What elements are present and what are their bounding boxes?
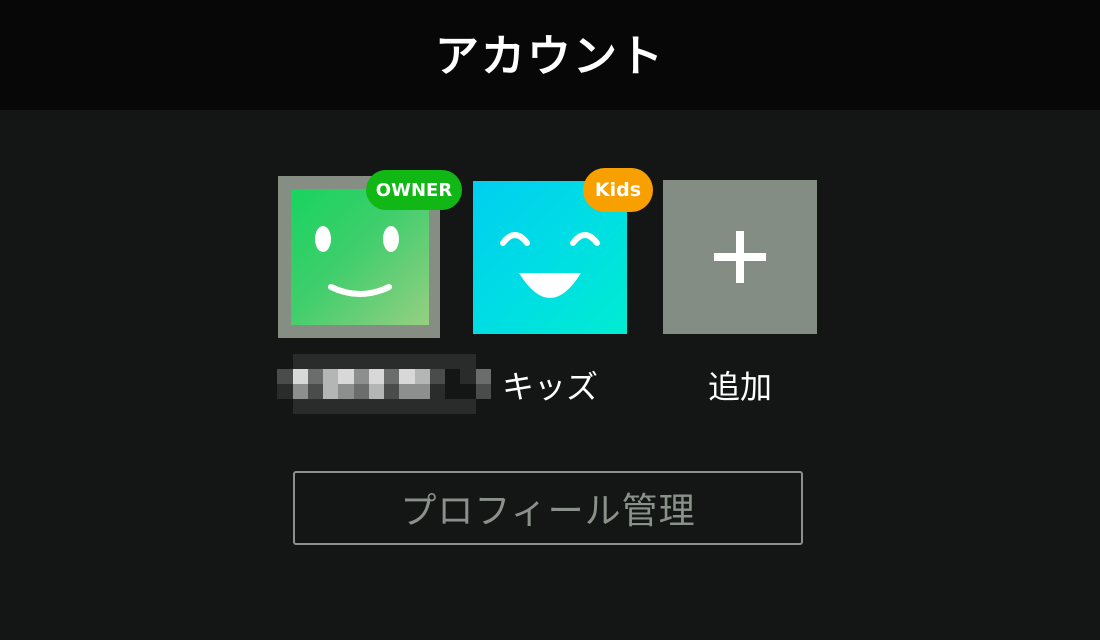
censored-profile-name	[262, 354, 506, 414]
add-profile-label: 追加	[707, 368, 772, 406]
header-bar: アカウント	[0, 0, 1100, 110]
add-profile-tile[interactable]	[663, 180, 817, 334]
manage-profiles-button[interactable]: プロフィール管理	[293, 471, 803, 545]
kids-badge: Kids	[583, 168, 653, 212]
owner-badge: OWNER	[366, 170, 462, 210]
page-title: アカウント	[435, 31, 665, 82]
profile-name-kids: キッズ	[501, 368, 598, 406]
